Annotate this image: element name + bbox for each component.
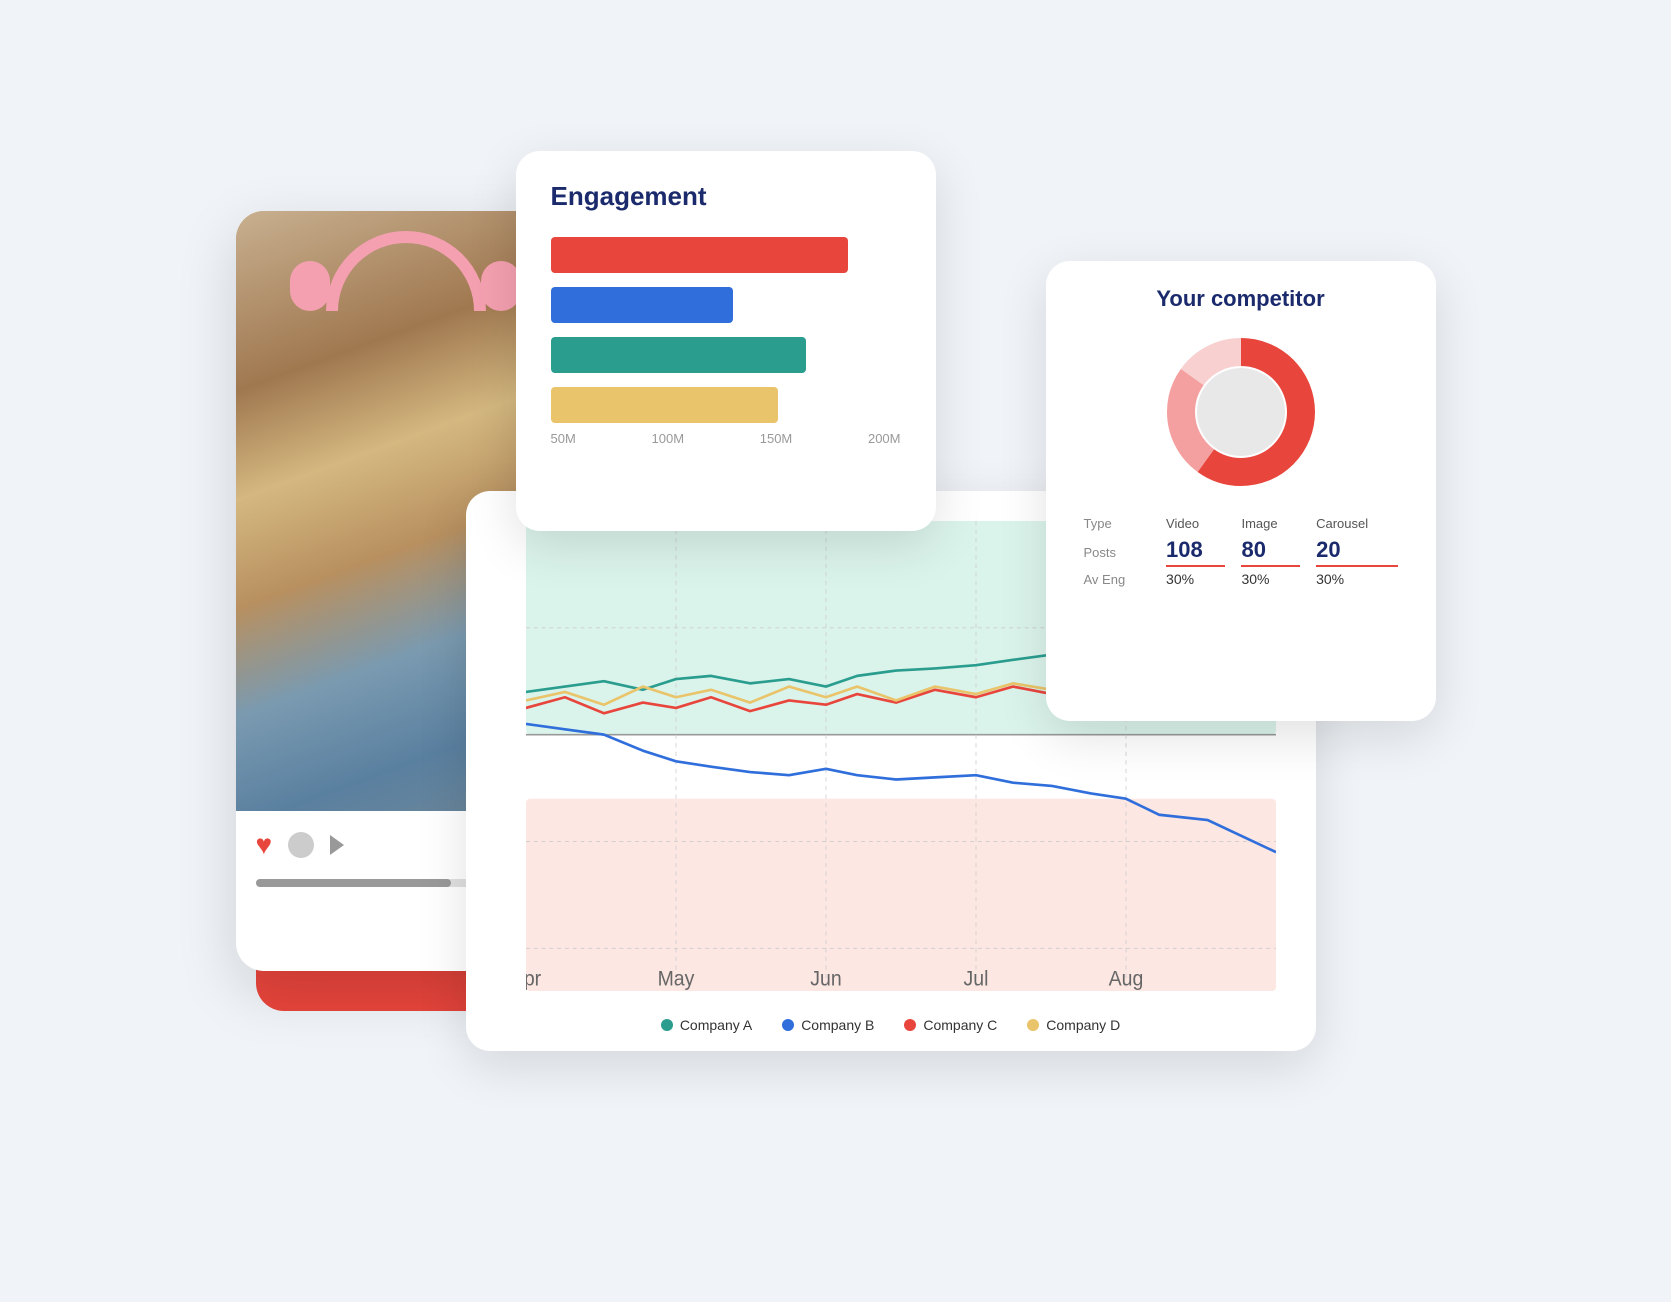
carousel-aveng: 30%	[1308, 569, 1405, 590]
table-row-aveng: Av Eng 30% 30% 30%	[1076, 569, 1406, 590]
col-header-type: Type	[1076, 512, 1159, 535]
bar-chart	[551, 237, 901, 423]
engagement-title: Engagement	[551, 181, 901, 212]
bar-row-1	[551, 237, 901, 273]
legend-dot-d	[1027, 1019, 1039, 1031]
axis-label-3: 150M	[760, 431, 793, 446]
competitor-title: Your competitor	[1076, 286, 1406, 312]
legend-dot-a	[661, 1019, 673, 1031]
svg-text:Apr: Apr	[526, 967, 541, 991]
bar-axis: 50M 100M 150M 200M	[551, 431, 901, 446]
progress-bar-fill	[256, 879, 451, 887]
legend-label-a: Company A	[680, 1017, 752, 1033]
carousel-posts: 20	[1308, 535, 1405, 569]
heart-icon[interactable]: ♥	[256, 829, 273, 861]
bar-row-2	[551, 287, 901, 323]
chart-legend: Company A Company B Company C Company D	[466, 1017, 1316, 1033]
col-header-carousel: Carousel	[1308, 512, 1405, 535]
bar-red	[551, 237, 849, 273]
svg-text:May: May	[657, 967, 695, 991]
bar-yellow	[551, 387, 779, 423]
donut-chart	[1161, 332, 1321, 492]
bar-row-4	[551, 387, 901, 423]
col-header-video: Video	[1158, 512, 1233, 535]
video-posts: 108	[1158, 535, 1233, 569]
image-posts: 80	[1233, 535, 1308, 569]
legend-company-b: Company B	[782, 1017, 874, 1033]
col-header-image: Image	[1233, 512, 1308, 535]
video-aveng: 30%	[1158, 569, 1233, 590]
bar-teal	[551, 337, 807, 373]
axis-label-1: 50M	[551, 431, 576, 446]
svg-text:Jul: Jul	[963, 967, 988, 991]
headphone-left	[290, 261, 330, 311]
svg-text:Aug: Aug	[1108, 967, 1143, 991]
bar-blue	[551, 287, 733, 323]
image-aveng: 30%	[1233, 569, 1308, 590]
legend-company-c: Company C	[904, 1017, 997, 1033]
comment-icon[interactable]	[288, 832, 314, 858]
engagement-card: Engagement 50M 100M 150M 200M	[516, 151, 936, 531]
share-icon[interactable]	[330, 835, 344, 855]
axis-label-2: 100M	[652, 431, 685, 446]
donut-chart-container	[1076, 332, 1406, 492]
table-row-posts: Posts 108 80 20	[1076, 535, 1406, 569]
legend-label-c: Company C	[923, 1017, 997, 1033]
legend-dot-b	[782, 1019, 794, 1031]
legend-company-d: Company D	[1027, 1017, 1120, 1033]
legend-label-d: Company D	[1046, 1017, 1120, 1033]
axis-label-4: 200M	[868, 431, 901, 446]
legend-label-b: Company B	[801, 1017, 874, 1033]
row-label-posts: Posts	[1076, 535, 1159, 569]
competitor-card: Your competitor Type Video Image C	[1046, 261, 1436, 721]
scene: ♥ Engagement 50M 100M 150	[236, 151, 1436, 1151]
competitor-table: Type Video Image Carousel Posts 108 80	[1076, 512, 1406, 590]
legend-dot-c	[904, 1019, 916, 1031]
svg-text:Jun: Jun	[810, 967, 841, 991]
bar-row-3	[551, 337, 901, 373]
row-label-aveng: Av Eng	[1076, 569, 1159, 590]
legend-company-a: Company A	[661, 1017, 752, 1033]
